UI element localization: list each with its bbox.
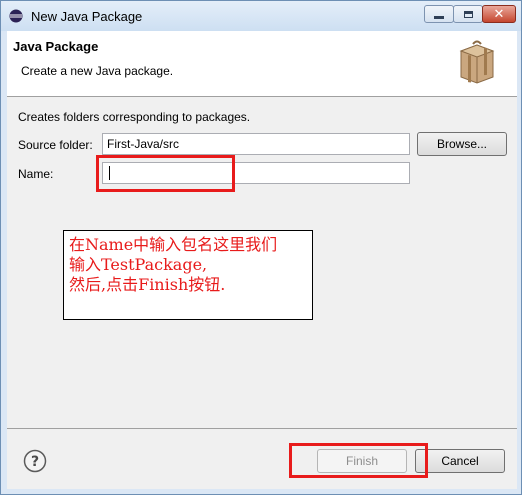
- cancel-button[interactable]: Cancel: [415, 449, 505, 473]
- footer-divider: [7, 428, 517, 429]
- annotation-line-3: 然后,点击Finish按钮.: [69, 275, 226, 294]
- source-folder-label: Source folder:: [18, 138, 93, 152]
- window-controls: ✕: [424, 5, 516, 25]
- window-title: New Java Package: [31, 9, 143, 24]
- finish-button-highlight: [289, 443, 428, 478]
- close-icon: ✕: [493, 6, 505, 22]
- annotation-line-2: 输入TestPackage,: [69, 255, 208, 274]
- name-label: Name:: [18, 167, 54, 181]
- banner-title: Java Package: [13, 39, 99, 54]
- intro-text: Creates folders corresponding to package…: [18, 110, 251, 124]
- title-bar[interactable]: New Java Package ✕: [1, 1, 521, 31]
- wizard-banner: Java Package Create a new Java package.: [7, 31, 517, 97]
- svg-text:?: ?: [31, 454, 39, 470]
- name-field-highlight: [96, 155, 235, 192]
- banner-description: Create a new Java package.: [21, 64, 174, 78]
- maximize-button[interactable]: [453, 5, 483, 23]
- eclipse-icon: [9, 9, 23, 23]
- browse-button[interactable]: Browse...: [417, 132, 507, 156]
- help-icon[interactable]: ?: [23, 449, 47, 473]
- package-icon: [459, 40, 495, 84]
- annotation-line-1: 在Name中输入包名这里我们: [69, 235, 278, 254]
- close-button[interactable]: ✕: [482, 5, 516, 23]
- annotation-note: 在Name中输入包名这里我们 输入TestPackage, 然后,点击Finis…: [63, 230, 313, 320]
- minimize-icon: [434, 15, 444, 19]
- source-folder-field[interactable]: [102, 133, 410, 155]
- minimize-button[interactable]: [424, 5, 454, 23]
- maximize-icon: [463, 10, 473, 18]
